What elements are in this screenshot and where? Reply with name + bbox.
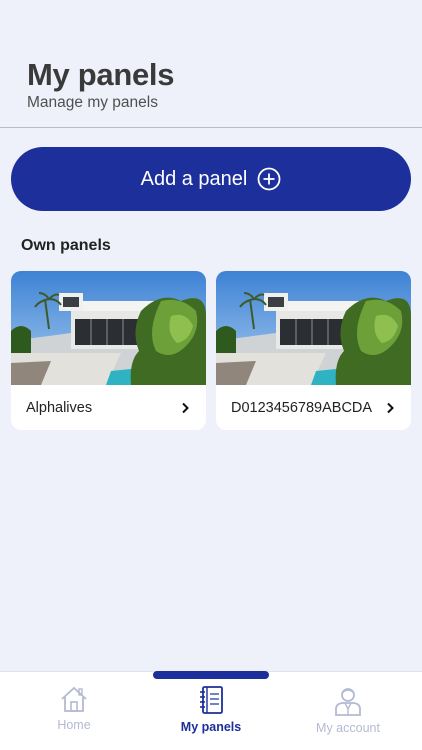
tab-my-panels[interactable]: My panels — [156, 684, 266, 734]
own-panels-heading: Own panels — [21, 237, 111, 254]
panel-card-footer: Alphalives — [11, 385, 206, 430]
tab-home[interactable]: Home — [19, 684, 129, 732]
panel-name: D0123456789ABCDA — [231, 399, 373, 416]
active-tab-indicator — [153, 671, 269, 679]
house-photo — [11, 271, 206, 385]
panel-card-footer: D0123456789ABCDA — [216, 385, 411, 430]
notebook-icon — [200, 686, 223, 714]
chevron-right-icon — [385, 402, 395, 414]
plus-circle-icon — [257, 167, 281, 191]
user-icon — [335, 688, 361, 716]
tab-my-panels-label: My panels — [180, 720, 242, 734]
page-title: My panels — [27, 57, 175, 92]
house-photo — [216, 271, 411, 385]
panel-card[interactable]: Alphalives — [11, 271, 206, 430]
panel-name: Alphalives — [26, 399, 93, 416]
add-panel-button[interactable]: Add a panel — [11, 147, 411, 211]
tab-my-account-label: My account — [316, 721, 380, 735]
home-icon — [61, 686, 87, 712]
header-divider — [0, 127, 422, 128]
chevron-right-icon — [180, 402, 190, 414]
tab-home-label: Home — [57, 718, 91, 732]
panel-card[interactable]: D0123456789ABCDA — [216, 271, 411, 430]
bottom-tab-bar: Home My panels My account — [0, 671, 422, 750]
page-header: My panels Manage my panels — [27, 58, 174, 112]
page-subtitle: Manage my panels — [27, 94, 158, 111]
tab-my-account[interactable]: My account — [293, 685, 403, 735]
add-panel-label: Add a panel — [140, 167, 248, 190]
